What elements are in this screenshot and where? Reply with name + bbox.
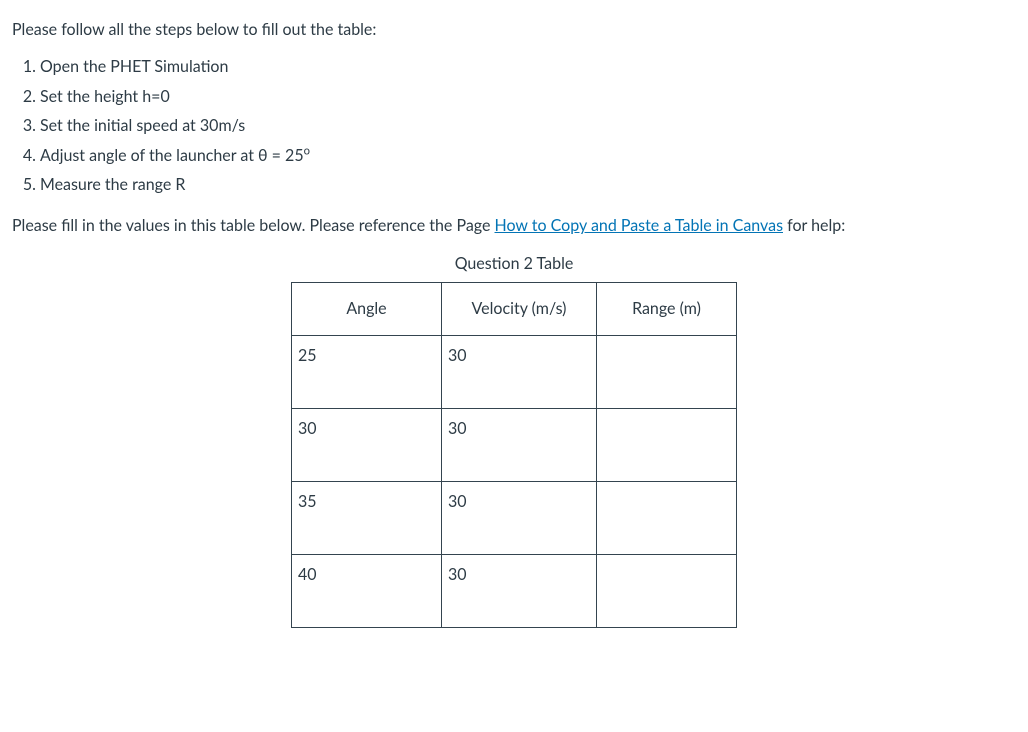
cell-angle: 25 <box>292 335 442 408</box>
cell-range <box>597 481 737 554</box>
cell-angle: 30 <box>292 408 442 481</box>
question-2-table: Question 2 Table Angle Velocity (m/s) Ra… <box>291 252 737 628</box>
table-caption: Question 2 Table <box>291 252 737 282</box>
cell-range <box>597 408 737 481</box>
steps-list: Open the PHET Simulation Set the height … <box>40 52 1016 200</box>
fill-instruction: Please fill in the values in this table … <box>12 214 1016 238</box>
step-item: Set the height h=0 <box>40 82 1016 112</box>
step-item: Open the PHET Simulation <box>40 52 1016 82</box>
table-row: 40 30 <box>292 554 737 627</box>
fill-pre-text: Please fill in the values in this table … <box>12 216 495 235</box>
cell-velocity: 30 <box>442 408 597 481</box>
table-row: 25 30 <box>292 335 737 408</box>
step-item: Adjust angle of the launcher at θ = 25o <box>40 141 1016 171</box>
table-row: 30 30 <box>292 408 737 481</box>
cell-velocity: 30 <box>442 554 597 627</box>
fill-post-text: for help: <box>783 216 845 235</box>
cell-velocity: 30 <box>442 481 597 554</box>
cell-angle: 35 <box>292 481 442 554</box>
cell-range <box>597 554 737 627</box>
header-velocity: Velocity (m/s) <box>442 282 597 335</box>
step-item: Set the initial speed at 30m/s <box>40 111 1016 141</box>
copy-paste-link[interactable]: How to Copy and Paste a Table in Canvas <box>495 216 783 235</box>
header-angle: Angle <box>292 282 442 335</box>
intro-text: Please follow all the steps below to fil… <box>12 18 1016 42</box>
header-range: Range (m) <box>597 282 737 335</box>
step-item: Measure the range R <box>40 170 1016 200</box>
cell-angle: 40 <box>292 554 442 627</box>
cell-velocity: 30 <box>442 335 597 408</box>
table-row: 35 30 <box>292 481 737 554</box>
cell-range <box>597 335 737 408</box>
